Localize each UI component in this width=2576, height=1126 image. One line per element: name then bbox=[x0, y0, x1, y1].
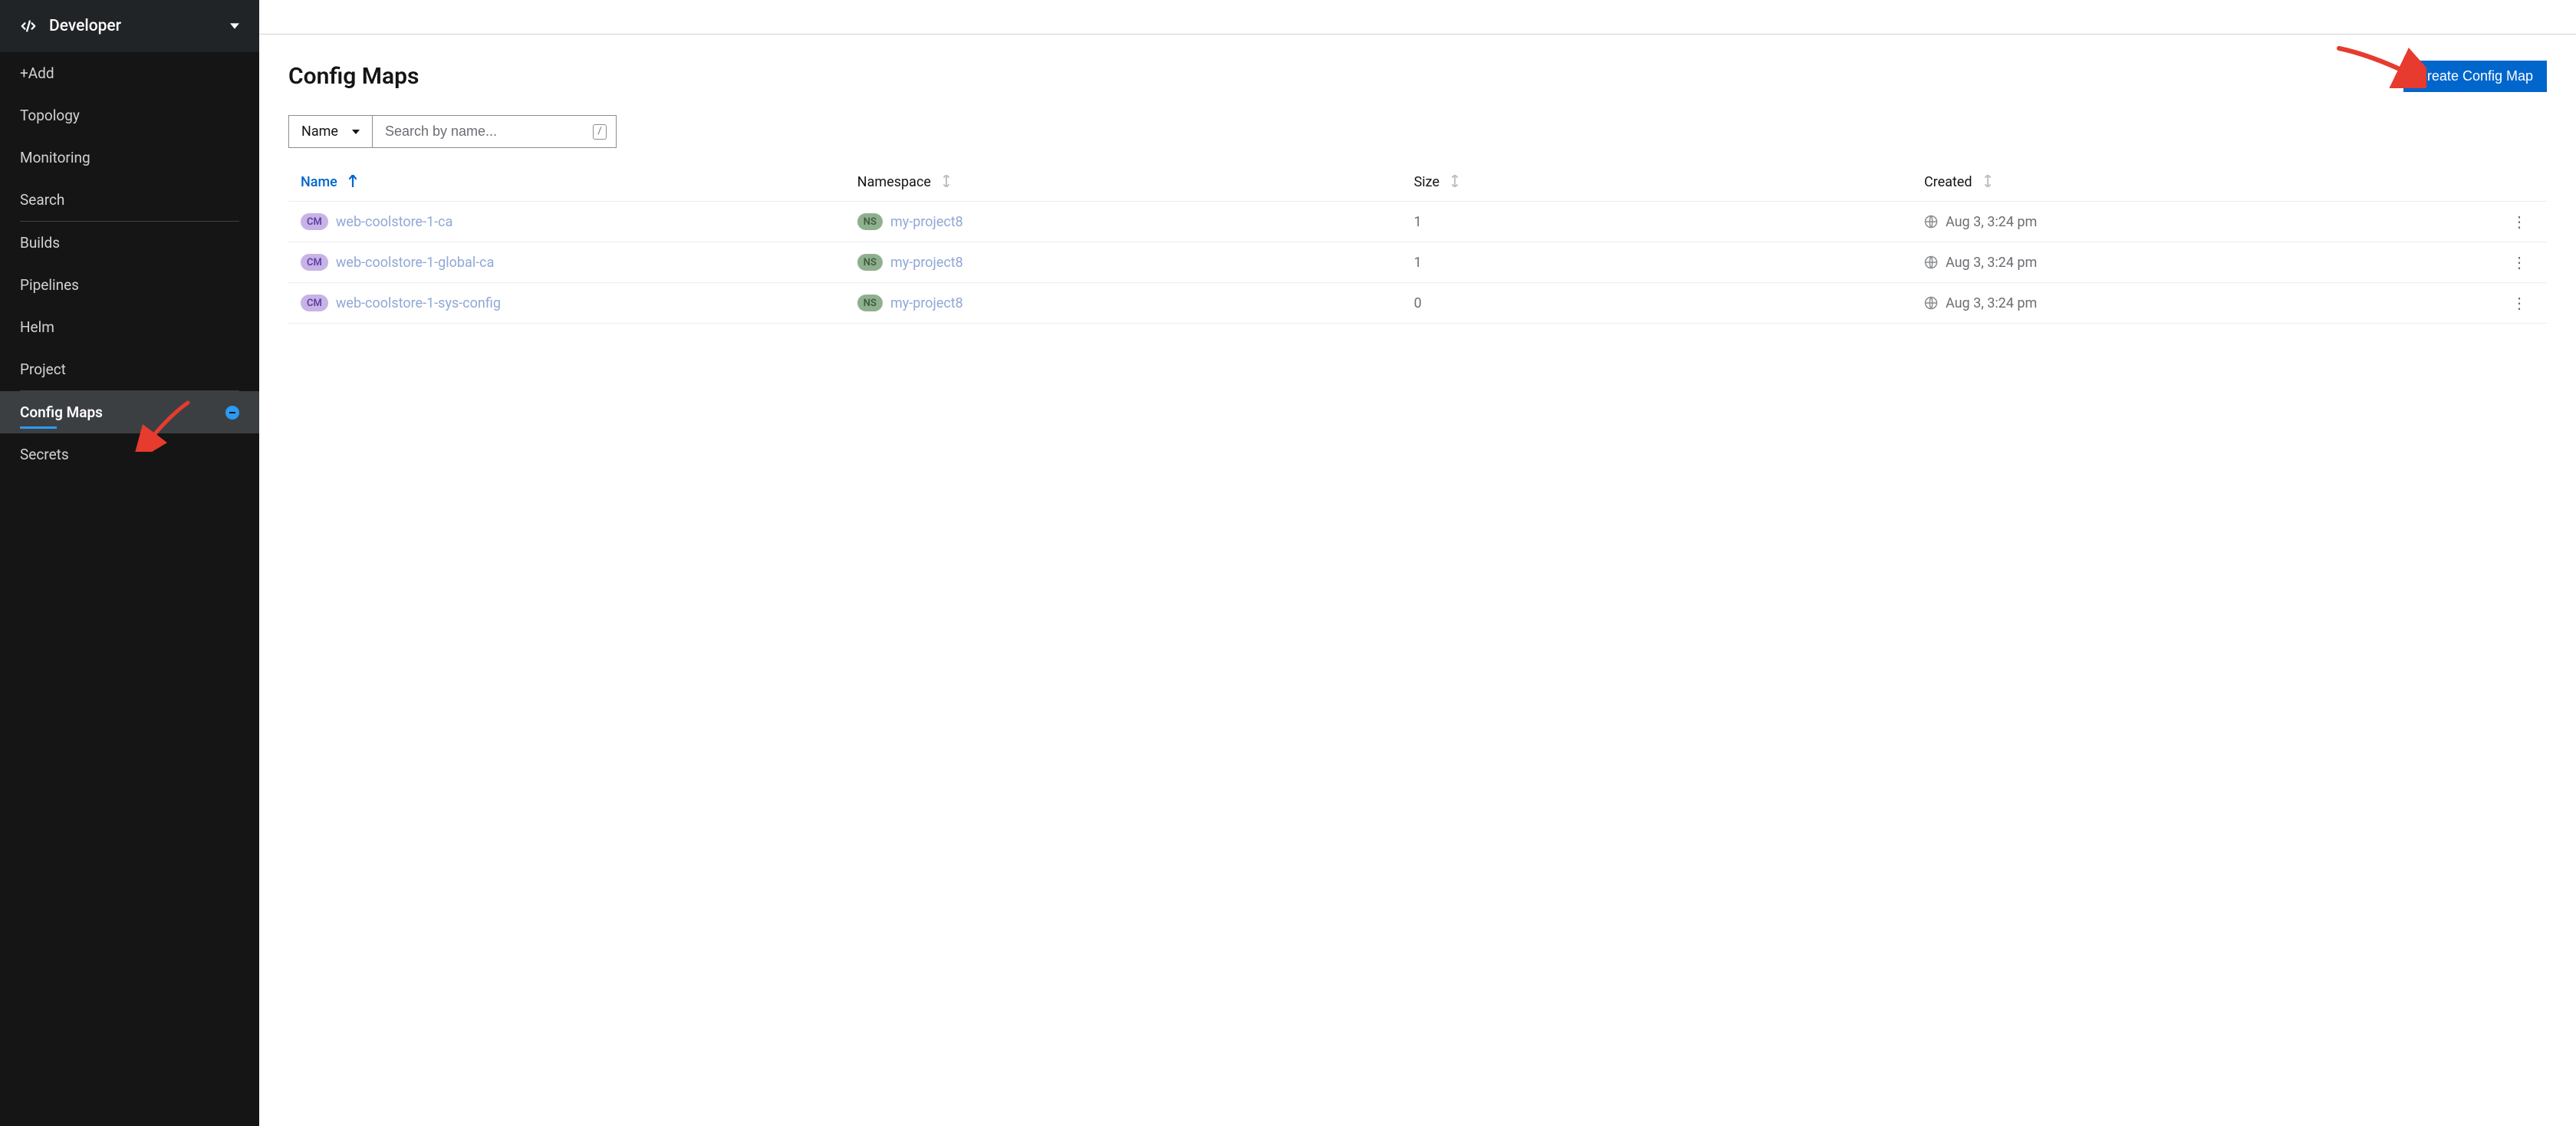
sidebar-group: Builds Pipelines Helm Project bbox=[0, 222, 259, 390]
column-header-name[interactable]: Name bbox=[301, 174, 857, 190]
sidebar-item-search[interactable]: Search bbox=[0, 179, 259, 221]
table-row: CM web-coolstore-1-sys-config NS my-project… bbox=[288, 283, 2547, 324]
sidebar-item-label: Project bbox=[20, 361, 66, 378]
config-maps-table: Name Namespace Size bbox=[288, 163, 2547, 324]
configmap-link[interactable]: web-coolstore-1-ca bbox=[336, 214, 453, 230]
page-title: Config Maps bbox=[288, 63, 419, 90]
sidebar-group: Config Maps Secrets bbox=[0, 391, 259, 476]
search-input[interactable] bbox=[385, 123, 593, 140]
cell-name: CM web-coolstore-1-ca bbox=[301, 213, 857, 230]
perspective-label: Developer bbox=[49, 17, 121, 35]
sort-icon bbox=[942, 175, 951, 190]
cell-namespace: NS my-project8 bbox=[857, 254, 1414, 271]
sort-icon bbox=[1450, 175, 1459, 190]
configmap-link[interactable]: web-coolstore-1-global-ca bbox=[336, 255, 495, 271]
filter-bar: Name / bbox=[288, 115, 2547, 148]
table-header-row: Name Namespace Size bbox=[288, 163, 2547, 202]
cell-namespace: NS my-project8 bbox=[857, 213, 1414, 230]
sidebar-item-helm[interactable]: Helm bbox=[0, 306, 259, 348]
configmap-badge: CM bbox=[301, 213, 328, 230]
namespace-link[interactable]: my-project8 bbox=[890, 295, 963, 311]
created-timestamp: Aug 3, 3:24 pm bbox=[1946, 255, 2037, 271]
sidebar-item-add[interactable]: +Add bbox=[0, 52, 259, 94]
column-header-name-label: Name bbox=[301, 174, 337, 190]
sidebar-item-topology[interactable]: Topology bbox=[0, 94, 259, 137]
row-actions-kebab[interactable]: ⋮ bbox=[2504, 253, 2535, 272]
cell-name: CM web-coolstore-1-sys-config bbox=[301, 295, 857, 311]
filter-input-container: / bbox=[373, 115, 617, 148]
cell-size: 1 bbox=[1414, 255, 1924, 271]
globe-icon bbox=[1924, 215, 1938, 229]
sort-asc-icon bbox=[348, 175, 357, 190]
caret-down-icon bbox=[230, 21, 239, 31]
cell-created: Aug 3, 3:24 pm bbox=[1924, 255, 2504, 271]
sidebar-item-project[interactable]: Project bbox=[0, 348, 259, 390]
create-config-map-button[interactable]: Create Config Map bbox=[2403, 61, 2547, 92]
table-row: CM web-coolstore-1-ca NS my-project8 1 Aug 3,… bbox=[288, 202, 2547, 242]
sidebar-item-label: Topology bbox=[20, 107, 80, 124]
sidebar-item-label: Pipelines bbox=[20, 276, 79, 294]
configmap-link[interactable]: web-coolstore-1-sys-config bbox=[336, 295, 501, 311]
keyboard-shortcut-hint: / bbox=[593, 124, 607, 140]
table-row: CM web-coolstore-1-global-ca NS my-project8… bbox=[288, 242, 2547, 283]
column-header-created-label: Created bbox=[1924, 174, 1972, 190]
perspective-switcher[interactable]: Developer bbox=[0, 0, 259, 52]
caret-down-icon bbox=[352, 129, 360, 135]
sidebar-item-label: Config Maps bbox=[20, 403, 103, 421]
cell-name: CM web-coolstore-1-global-ca bbox=[301, 254, 857, 271]
filter-type-select[interactable]: Name bbox=[288, 115, 373, 148]
sidebar-nav: Developer +Add Topology Monitoring Search Bu… bbox=[0, 0, 259, 1126]
cell-created: Aug 3, 3:24 pm bbox=[1924, 214, 2504, 230]
namespace-link[interactable]: my-project8 bbox=[890, 214, 963, 230]
cell-size: 0 bbox=[1414, 295, 1924, 311]
created-timestamp: Aug 3, 3:24 pm bbox=[1946, 295, 2037, 311]
globe-icon bbox=[1924, 296, 1938, 310]
column-header-namespace[interactable]: Namespace bbox=[857, 174, 1414, 190]
sidebar-item-label: +Add bbox=[20, 64, 54, 82]
active-underline bbox=[20, 426, 57, 429]
sidebar-item-pipelines[interactable]: Pipelines bbox=[0, 264, 259, 306]
sort-icon bbox=[1983, 175, 1992, 190]
sidebar-item-secrets[interactable]: Secrets bbox=[0, 433, 259, 476]
sidebar-group: +Add Topology Monitoring Search bbox=[0, 52, 259, 221]
cell-size: 1 bbox=[1414, 214, 1924, 230]
globe-icon bbox=[1924, 255, 1938, 269]
filter-type-label: Name bbox=[301, 123, 338, 140]
configmap-badge: CM bbox=[301, 254, 328, 271]
minus-icon bbox=[225, 406, 239, 420]
namespace-link[interactable]: my-project8 bbox=[890, 255, 963, 271]
sidebar-item-configmaps[interactable]: Config Maps bbox=[0, 391, 259, 433]
sidebar-groups: +Add Topology Monitoring Search Builds Pipeli… bbox=[0, 52, 259, 476]
namespace-badge: NS bbox=[857, 295, 883, 311]
sidebar-item-label: Search bbox=[20, 191, 64, 209]
sidebar-item-label: Helm bbox=[20, 318, 54, 336]
column-header-size[interactable]: Size bbox=[1414, 174, 1924, 190]
sidebar-item-builds[interactable]: Builds bbox=[0, 222, 259, 264]
cell-created: Aug 3, 3:24 pm bbox=[1924, 295, 2504, 311]
column-header-created[interactable]: Created bbox=[1924, 174, 2504, 190]
column-header-size-label: Size bbox=[1414, 174, 1439, 190]
page-header: Config Maps Create Config Map bbox=[288, 61, 2547, 92]
sidebar-item-label: Builds bbox=[20, 234, 60, 252]
configmap-badge: CM bbox=[301, 295, 328, 311]
code-icon bbox=[20, 18, 37, 35]
column-header-namespace-label: Namespace bbox=[857, 174, 931, 190]
namespace-badge: NS bbox=[857, 254, 883, 271]
row-actions-kebab[interactable]: ⋮ bbox=[2504, 212, 2535, 231]
topbar-divider bbox=[259, 0, 2576, 35]
sidebar-item-monitoring[interactable]: Monitoring bbox=[0, 137, 259, 179]
main-content: Config Maps Create Config Map Name / Nam… bbox=[259, 0, 2576, 1126]
row-actions-kebab[interactable]: ⋮ bbox=[2504, 294, 2535, 312]
namespace-badge: NS bbox=[857, 213, 883, 230]
cell-namespace: NS my-project8 bbox=[857, 295, 1414, 311]
sidebar-item-label: Secrets bbox=[20, 446, 69, 463]
sidebar-item-label: Monitoring bbox=[20, 149, 90, 166]
created-timestamp: Aug 3, 3:24 pm bbox=[1946, 214, 2037, 230]
